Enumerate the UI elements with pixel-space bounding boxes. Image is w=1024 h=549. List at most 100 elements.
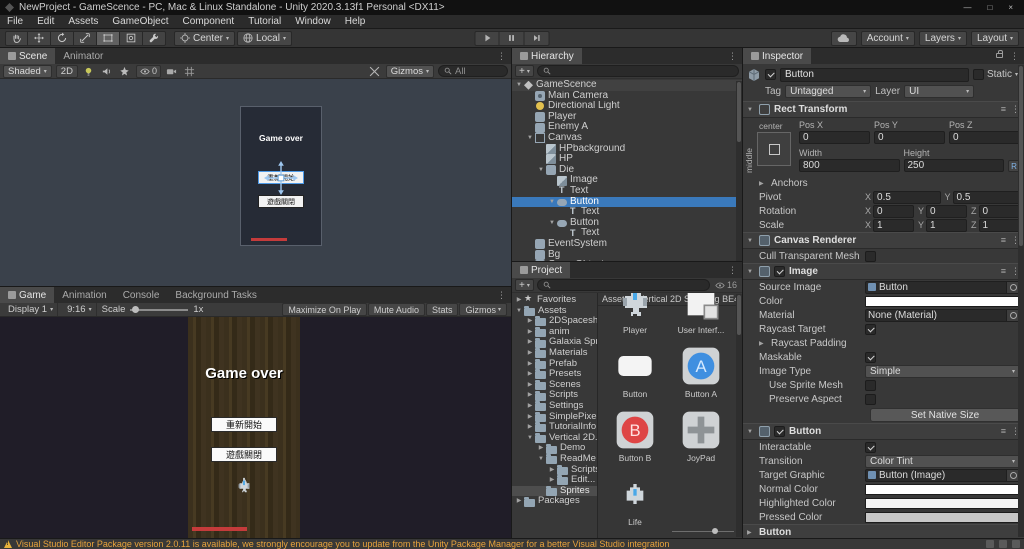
scene-search-field[interactable]: All <box>438 65 508 77</box>
shading-mode-dropdown[interactable]: Shaded ▾ <box>3 64 52 78</box>
tool-handle-icon[interactable] <box>368 65 382 78</box>
menu-file[interactable]: File <box>0 16 30 27</box>
inspector-scrollbar[interactable] <box>1018 65 1024 537</box>
close-game-button[interactable]: 遊戲關閉 <box>211 447 277 462</box>
transform-tool[interactable] <box>120 30 143 46</box>
panel-menu-icon[interactable]: ⋮ <box>723 262 742 278</box>
restart-button-preview[interactable]: 重新開始 <box>258 160 304 195</box>
restart-button[interactable]: 重新開始 <box>211 417 277 432</box>
tree-item-directional-light[interactable]: Directional Light <box>512 101 742 112</box>
pivot-mode-button[interactable]: Center ▾ <box>174 30 236 46</box>
triangle-right-icon[interactable]: ▶ <box>525 369 535 380</box>
foldout-icon[interactable]: ▼ <box>747 429 755 435</box>
triangle-right-icon[interactable]: ▶ <box>525 348 535 359</box>
tab-inspector[interactable]: Inspector <box>743 48 812 64</box>
triangle-right-icon[interactable]: ▶ <box>525 401 535 412</box>
project-search-field[interactable] <box>536 279 710 291</box>
hidden-packages-counter[interactable]: 16 <box>713 280 739 290</box>
tree-item-die[interactable]: ▼ Die <box>512 165 742 176</box>
gizmos-dropdown[interactable]: Gizmos ▾ <box>459 303 507 316</box>
tree-item-scripts[interactable]: ▶ Scripts <box>512 390 597 401</box>
color-swatch[interactable] <box>865 295 1020 307</box>
move-tool[interactable] <box>28 30 51 46</box>
anchors-foldout[interactable]: ▶ Anchors <box>743 176 1024 190</box>
pos-z-field[interactable]: 0 <box>949 131 1020 144</box>
tab-animator[interactable]: Animator <box>55 48 111 64</box>
tree-item-text[interactable]: Text <box>512 186 742 197</box>
preserve-aspect-checkbox[interactable] <box>865 393 876 405</box>
asset-button[interactable]: Button <box>605 344 665 399</box>
scene-viewport[interactable]: Game over 重新開始 遊戲關閉 <box>0 79 511 287</box>
asset-user-interf[interactable]: User Interf... <box>671 293 731 335</box>
height-field[interactable]: 250 <box>903 159 1004 172</box>
tab-project[interactable]: Project <box>512 262 571 278</box>
game-viewport[interactable]: Game over 重新開始 遊戲關閉 <box>0 317 511 538</box>
anchor-presets-button[interactable] <box>757 132 791 166</box>
custom-tool[interactable] <box>143 30 166 46</box>
target-graphic-field[interactable]: Button (Image) <box>865 468 1020 482</box>
asset-player[interactable]: Player <box>605 293 665 335</box>
triangle-right-icon[interactable]: ▶ <box>547 465 557 476</box>
tree-item-edit[interactable]: ▶ Edit... <box>512 475 597 486</box>
triangle-down-icon[interactable]: ▼ <box>547 218 557 229</box>
tree-item-text[interactable]: Text <box>512 207 742 218</box>
layer-dropdown[interactable]: UI ▾ <box>904 84 975 98</box>
tree-item-anim[interactable]: ▶ anim <box>512 327 597 338</box>
set-native-size-button[interactable]: Set Native Size <box>870 408 1020 422</box>
tree-item-sprites[interactable]: Sprites <box>512 485 597 497</box>
maximize-on-play-toggle[interactable]: Maximize On Play <box>282 303 367 316</box>
play-button[interactable] <box>474 30 500 46</box>
grid-toggle-icon[interactable] <box>183 65 197 78</box>
triangle-right-icon[interactable]: ▶ <box>525 412 535 423</box>
tree-item-settings[interactable]: ▶ Settings <box>512 401 597 412</box>
tree-item-2dspaceshi[interactable]: ▶ 2DSpaceshi... <box>512 316 597 327</box>
panel-menu-icon[interactable]: ⋮ <box>492 287 511 303</box>
foldout-icon[interactable]: ▼ <box>747 238 755 244</box>
scale-x-field[interactable]: 1 <box>873 218 914 232</box>
triangle-right-icon[interactable]: ▶ <box>525 316 535 327</box>
scene-lighting-icon[interactable] <box>82 65 96 78</box>
tree-item-scripts[interactable]: ▶ Scripts <box>512 465 597 476</box>
scene-camera-icon[interactable] <box>165 65 179 78</box>
rotation-z-field[interactable]: 0 <box>978 204 1020 218</box>
minimize-icon[interactable]: — <box>963 3 971 12</box>
aspect-ratio-dropdown[interactable]: 9:16 ▾ <box>63 303 97 316</box>
foldout-icon[interactable]: ▶ <box>747 529 755 536</box>
asset-button-a[interactable]: A Button A <box>671 344 731 399</box>
foldout-icon[interactable]: ▼ <box>747 107 755 113</box>
tree-item-text[interactable]: Text <box>512 228 742 239</box>
tab-animation[interactable]: Animation <box>54 287 114 303</box>
tree-item-hpbackground[interactable]: HPbackground <box>512 144 742 155</box>
tree-item-prefab[interactable]: ▶ Prefab <box>512 359 597 370</box>
scale-slider[interactable] <box>130 305 189 315</box>
triangle-right-icon[interactable]: ▶ <box>536 443 546 454</box>
button-component-header[interactable]: ▼ Button ≡ ⋮ <box>743 423 1024 440</box>
width-field[interactable]: 800 <box>799 159 900 172</box>
tree-item-bg[interactable]: Bg <box>512 250 742 261</box>
highlighted-color-swatch[interactable] <box>865 497 1020 509</box>
triangle-right-icon[interactable]: ▶ <box>547 475 557 486</box>
next-section-partial[interactable]: ▶ Button <box>743 524 1024 538</box>
presets-icon[interactable]: ≡ <box>1001 266 1006 277</box>
component-enabled-checkbox[interactable] <box>774 266 785 277</box>
tree-item-galaxia-spr[interactable]: ▶ Galaxia Spr... <box>512 337 597 348</box>
handle-space-button[interactable]: Local ▾ <box>237 30 292 46</box>
static-toggle[interactable]: Static ▾ <box>972 69 1020 80</box>
triangle-right-icon[interactable]: ▶ <box>514 496 524 507</box>
2d-toggle[interactable]: 2D <box>55 64 78 78</box>
foldout-icon[interactable]: ▼ <box>747 269 755 275</box>
static-checkbox[interactable] <box>972 69 984 80</box>
pause-button[interactable] <box>499 30 525 46</box>
tab-console[interactable]: Console <box>115 287 168 303</box>
scale-y-field[interactable]: 1 <box>926 218 967 232</box>
scene-visibility-toggle[interactable]: 0 <box>135 64 161 78</box>
triangle-right-icon[interactable]: ▶ <box>525 422 535 433</box>
tree-item-packages[interactable]: ▶ Packages <box>512 496 597 507</box>
maskable-checkbox[interactable] <box>865 351 876 363</box>
tab-background-tasks[interactable]: Background Tasks <box>167 287 265 303</box>
close-button-preview[interactable]: 遊戲關閉 <box>258 195 304 208</box>
menu-window[interactable]: Window <box>288 16 338 27</box>
tree-item-hp[interactable]: HP <box>512 154 742 165</box>
pivot-y-field[interactable]: 0.5 <box>952 190 1020 204</box>
tab-game[interactable]: Game <box>0 287 55 303</box>
